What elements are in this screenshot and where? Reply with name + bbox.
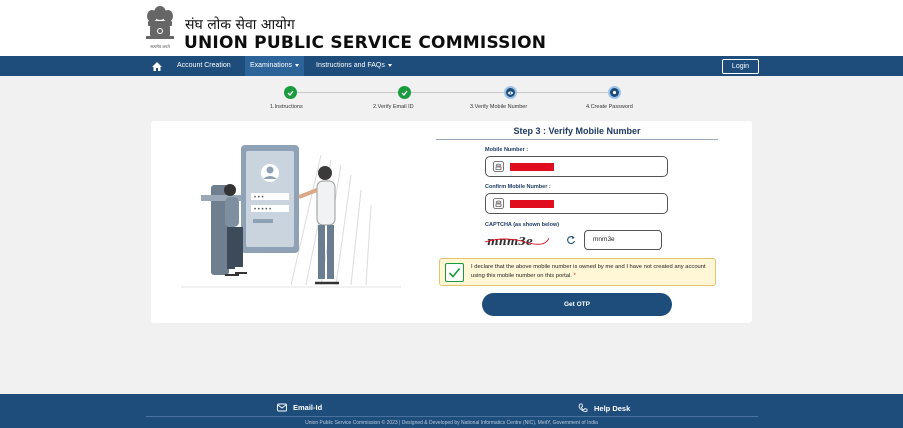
mail-icon — [277, 403, 287, 412]
redacted-value — [510, 163, 554, 171]
confirm-mobile-label: Confirm Mobile Number : — [485, 184, 551, 190]
step-1-indicator — [284, 86, 297, 99]
main-navbar: Account Creation Examinations Instructio… — [0, 56, 903, 76]
step-3-indicator — [504, 86, 517, 99]
dot-icon — [612, 90, 617, 95]
login-button[interactable]: Login — [722, 59, 759, 74]
mobile-number-label: Mobile Number : — [485, 147, 529, 153]
site-title: UNION PUBLIC SERVICE COMMISSION — [184, 33, 547, 53]
step-4-label: 4.Create Password — [586, 104, 633, 110]
get-otp-button[interactable]: Get OTP — [482, 293, 672, 316]
step-4-indicator — [608, 86, 621, 99]
stepper-connector — [516, 92, 608, 93]
check-icon — [401, 90, 408, 96]
nav-item-account-creation[interactable]: Account Creation — [177, 56, 231, 76]
footer-email-label: Email-Id — [293, 403, 323, 412]
phone-call-icon — [578, 403, 588, 412]
svg-text:• • •: • • • — [254, 195, 264, 201]
footer-email-link[interactable]: Email-Id — [277, 403, 322, 412]
confirm-mobile-field[interactable] — [485, 193, 668, 214]
declaration-box: I declare that the above mobile number i… — [439, 258, 716, 286]
declaration-text: I declare that the above mobile number i… — [471, 263, 714, 281]
phone-icon — [493, 161, 504, 172]
redacted-value — [510, 200, 554, 208]
emblem-caption: सत्यमेव जयते — [150, 44, 170, 49]
footer-divider — [146, 416, 758, 417]
chevron-down-icon — [387, 63, 392, 67]
captcha-label: CAPTCHA (as shown below) — [485, 222, 560, 228]
nav-item-label: Instructions and FAQs — [316, 62, 385, 69]
declaration-statement: I declare that the above mobile number i… — [471, 264, 706, 279]
mobile-number-field[interactable] — [485, 156, 668, 177]
nav-item-label: Account Creation — [177, 62, 231, 69]
footer-copyright: Union Public Service Commission © 2023 |… — [305, 420, 598, 426]
chevron-down-icon — [295, 63, 300, 67]
site-header: सत्यमेव जयते संघ लोक सेवा आयोग UNION PUB… — [0, 0, 903, 56]
step-3-label: 3.Verify Mobile Number — [470, 104, 528, 110]
footer-helpdesk-label: Help Desk — [594, 403, 631, 413]
nav-item-label: Examinations — [250, 62, 293, 69]
site-footer: Email-Id Help Desk Union Public Service … — [0, 394, 903, 428]
step-1-label: 1.Instructions — [270, 104, 303, 110]
title-divider — [436, 139, 718, 140]
stepper-connector — [410, 92, 504, 93]
home-icon — [152, 61, 162, 71]
form-title: Step 3 : Verify Mobile Number — [513, 126, 641, 136]
check-icon — [287, 90, 294, 96]
refresh-icon[interactable] — [566, 235, 576, 245]
nav-item-instructions-faqs[interactable]: Instructions and FAQs — [316, 56, 392, 76]
step-2-label: 2.Verify Email ID — [373, 104, 414, 110]
required-mark: * — [573, 273, 576, 279]
nav-item-examinations[interactable]: Examinations — [245, 56, 305, 76]
verification-illustration: • • • • • • • • — [181, 145, 401, 288]
captcha-input[interactable]: mnm3e — [584, 230, 662, 250]
nav-home-button[interactable] — [146, 56, 168, 76]
captcha-image: mnm3e — [485, 235, 549, 248]
stepper-connector — [296, 92, 398, 93]
check-icon — [448, 267, 461, 278]
verify-mobile-card: • • • • • • • • Step 3 : Verify Mobile N… — [151, 121, 752, 323]
hindi-title: संघ लोक सेवा आयोग — [185, 17, 295, 33]
declaration-checkbox[interactable] — [445, 263, 464, 282]
svg-text:• • • • •: • • • • • — [254, 207, 271, 213]
national-emblem-icon: सत्यमेव जयते — [146, 6, 174, 49]
step-2-indicator — [398, 86, 411, 99]
svg-text:mnm3e: mnm3e — [487, 235, 533, 248]
eye-icon — [508, 91, 513, 94]
footer-helpdesk-link[interactable]: Help Desk — [578, 403, 630, 413]
phone-icon — [493, 198, 504, 209]
